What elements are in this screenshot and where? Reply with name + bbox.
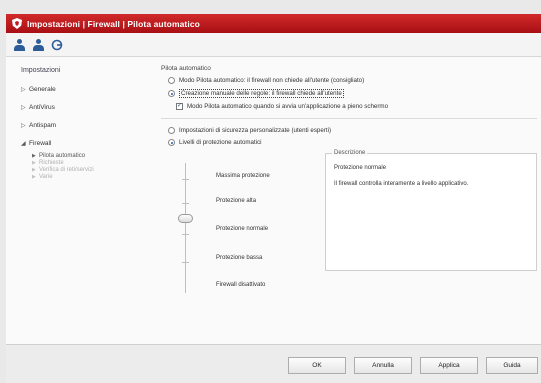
radio-autopilot-mode[interactable]: Modo Pilota automatico: il firewall non … — [161, 77, 537, 84]
radio-label: Impostazioni di sicurezza personalizzate… — [179, 127, 332, 134]
user-icon[interactable] — [31, 38, 45, 52]
sidebar-subitem-verifica-reti[interactable]: ▶ Verifica di reti/servizi — [32, 167, 141, 173]
radio-auto-levels[interactable]: Livelli di protezione automatici — [161, 139, 537, 146]
title-bar: Impostazioni | Firewall | Pilota automat… — [6, 14, 541, 33]
level-label[interactable]: Massima protezione — [216, 173, 270, 179]
user-icon[interactable] — [12, 38, 26, 52]
section-title-autopilot: Pilota automatico — [161, 65, 211, 72]
sidebar-item-generale[interactable]: ▷ Generale — [21, 86, 141, 93]
protection-level-slider-area: Massima protezione Protezione alta Prote… — [161, 150, 537, 301]
chevron-right-icon: ▶ — [32, 160, 36, 166]
sidebar-subitem-label: Pilota automatico — [39, 153, 86, 159]
radio-label: Livelli di protezione automatici — [179, 139, 262, 146]
sidebar-item-label: Generale — [29, 86, 56, 93]
radio-custom-security[interactable]: Impostazioni di sicurezza personalizzate… — [161, 127, 537, 134]
settings-content: Impostazioni ▷ Generale ▷ AntiVirus ▷ Antis… — [6, 57, 541, 344]
sidebar-subitem-varie[interactable]: ▶ Varie — [32, 174, 141, 180]
chevron-right-icon: ▷ — [21, 87, 26, 93]
sidebar-subitem-label: Verifica di reti/servizi — [39, 167, 94, 173]
sidebar-item-label: AntiVirus — [29, 104, 55, 111]
level-label[interactable]: Protezione normale — [216, 226, 268, 232]
slider-track[interactable] — [185, 163, 186, 293]
divider — [161, 118, 537, 119]
sidebar-subitem-pilota-automatico[interactable]: ▶ Pilota automatico — [32, 153, 141, 159]
checkbox[interactable]: ✓ — [176, 103, 183, 110]
chevron-down-icon: ◢ — [21, 141, 26, 147]
description-text: Il firewall controlla interamente a live… — [334, 181, 469, 187]
ok-button[interactable]: OK — [288, 357, 346, 374]
sidebar-item-firewall[interactable]: ◢ Firewall — [21, 140, 141, 147]
sidebar-item-label: Firewall — [29, 140, 52, 147]
sidebar-subitem-label: Richieste — [39, 160, 64, 166]
radio-button[interactable] — [168, 127, 175, 134]
description-box: Descrizione Protezione normale Il firewa… — [325, 150, 537, 271]
level-label[interactable]: Protezione alta — [216, 198, 256, 204]
sidebar-title: Impostazioni — [21, 67, 61, 74]
radio-button[interactable] — [168, 77, 175, 84]
radio-label: Modo Pilota automatico: il firewall non … — [179, 77, 365, 84]
help-icon[interactable] — [50, 38, 64, 52]
chevron-right-icon: ▷ — [21, 105, 26, 111]
checkbox-label: Modo Pilota automatico quando si avvia u… — [187, 103, 389, 110]
window-title: Impostazioni | Firewall | Pilota automat… — [27, 18, 200, 29]
sidebar-subitem-richieste[interactable]: ▶ Richieste — [32, 160, 141, 166]
description-level: Protezione normale — [334, 165, 387, 171]
slider-tick — [182, 179, 189, 180]
help-button[interactable]: Guida — [486, 357, 538, 374]
radio-button[interactable] — [168, 90, 175, 97]
toolbar — [6, 33, 541, 57]
level-label[interactable]: Protezione bassa — [216, 255, 262, 261]
sidebar-item-antivirus[interactable]: ▷ AntiVirus — [21, 104, 141, 111]
radio-button[interactable] — [168, 139, 175, 146]
slider-thumb[interactable] — [178, 214, 193, 223]
description-title: Descrizione — [332, 150, 368, 156]
radio-manual-rules[interactable]: Creazione manuale delle regole: il firew… — [161, 89, 537, 98]
chevron-right-icon: ▶ — [32, 174, 36, 180]
level-label[interactable]: Firewall disattivato — [216, 282, 265, 288]
chevron-right-icon: ▷ — [21, 123, 26, 129]
main-panel: Pilota automatico Modo Pilota automatico… — [161, 65, 537, 301]
sidebar-tree: Impostazioni ▷ Generale ▷ AntiVirus ▷ Antis… — [16, 67, 141, 186]
sidebar-item-label: Antispam — [29, 122, 57, 129]
dialog-footer: OK Annulla Applica Guida — [6, 344, 541, 383]
sidebar-subitem-label: Varie — [39, 174, 53, 180]
slider-tick — [182, 203, 189, 204]
chevron-right-icon: ▶ — [32, 153, 36, 159]
shield-icon — [12, 18, 22, 29]
sidebar-item-antispam[interactable]: ▷ Antispam — [21, 122, 141, 129]
checkbox-fullscreen-autopilot[interactable]: ✓ Modo Pilota automatico quando si avvia… — [161, 103, 537, 110]
slider-tick — [182, 234, 189, 235]
cancel-button[interactable]: Annulla — [354, 357, 412, 374]
slider-tick — [182, 262, 189, 263]
radio-label: Creazione manuale delle regole: il firew… — [179, 89, 344, 98]
apply-button[interactable]: Applica — [420, 357, 478, 374]
chevron-right-icon: ▶ — [32, 167, 36, 173]
